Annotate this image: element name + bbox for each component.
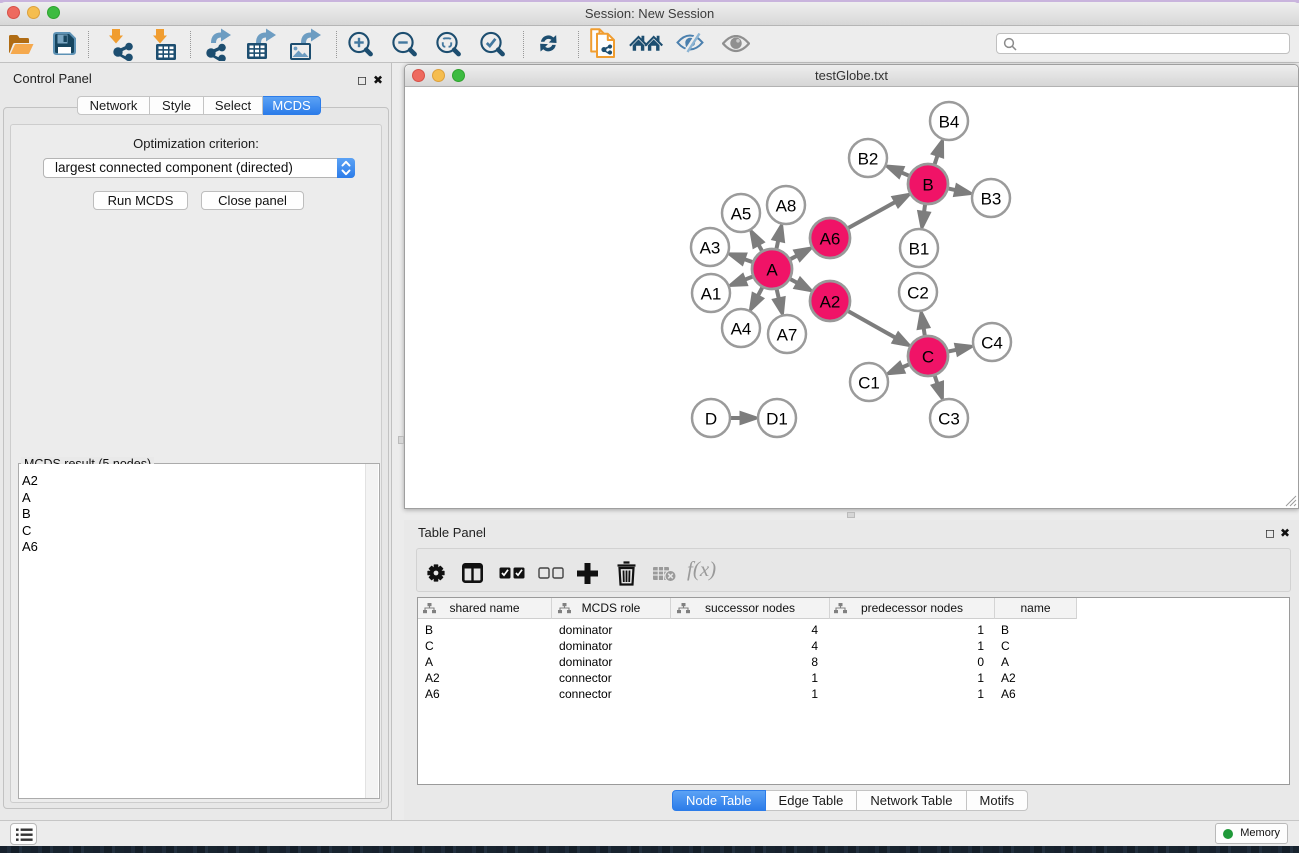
svg-text:B3: B3 (981, 190, 1002, 209)
svg-text:C1: C1 (858, 374, 880, 393)
svg-text:C: C (922, 348, 934, 367)
svg-text:C2: C2 (907, 284, 929, 303)
svg-text:A2: A2 (820, 293, 841, 312)
svg-text:A3: A3 (700, 239, 721, 258)
svg-text:D1: D1 (766, 410, 788, 429)
svg-text:A5: A5 (731, 205, 752, 224)
svg-text:C4: C4 (981, 334, 1003, 353)
svg-text:A1: A1 (701, 285, 722, 304)
svg-text:A7: A7 (777, 326, 798, 345)
svg-text:B2: B2 (858, 150, 879, 169)
svg-text:A8: A8 (776, 197, 797, 216)
svg-text:B: B (922, 176, 933, 195)
svg-text:D: D (705, 410, 717, 429)
svg-text:B4: B4 (939, 113, 960, 132)
svg-text:A6: A6 (820, 230, 841, 249)
svg-text:A4: A4 (731, 320, 752, 339)
svg-text:A: A (766, 261, 778, 280)
svg-text:B1: B1 (909, 240, 930, 259)
svg-text:C3: C3 (938, 410, 960, 429)
